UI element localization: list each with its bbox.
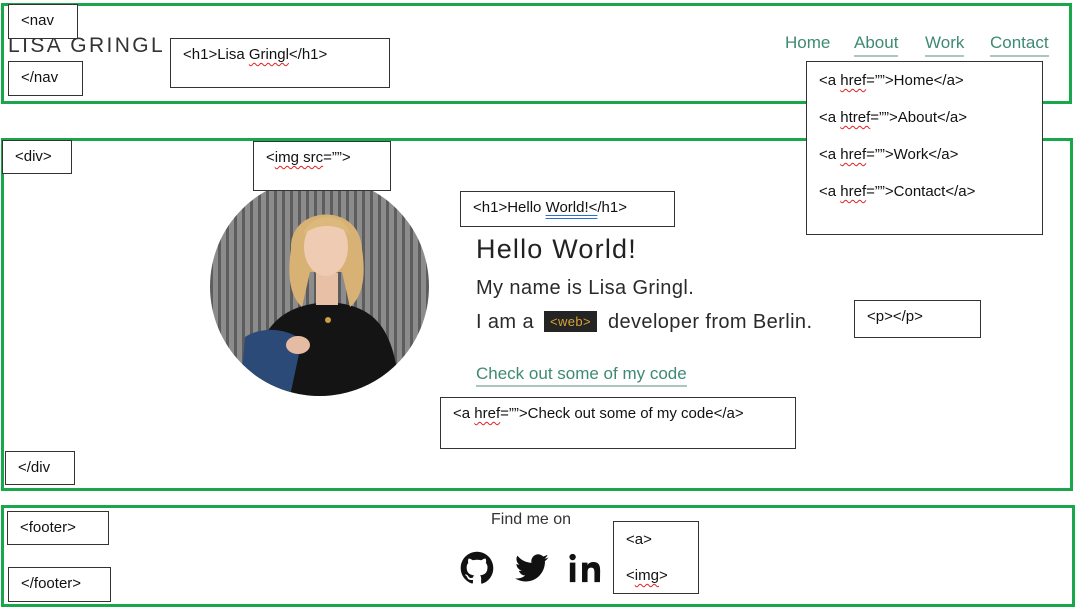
annotation-line-contact: <a href=””>Contact</a> (819, 183, 975, 200)
annotation-text: </div (18, 459, 51, 476)
annotation-text: > (658, 567, 668, 584)
github-icon[interactable] (460, 551, 494, 585)
footer-open-annotation: <footer> (7, 511, 109, 545)
annotation-text: </h1> (288, 46, 328, 63)
img-src-annotation: <img src=””> (253, 141, 391, 191)
hero-heading: Hello World! (476, 234, 637, 264)
annotation-text: htref (840, 109, 871, 126)
annotation-text: =””>About</a> (870, 109, 968, 126)
nav-open-annotation: <nav (8, 4, 78, 39)
annotation-text: <h1>Lisa (183, 46, 249, 63)
annotation-text: /h1> (597, 199, 628, 216)
annotation-text: img src (274, 149, 324, 166)
a-img-annotation: <a> <img> (613, 521, 699, 594)
a-code-annotation: <a href=””>Check out some of my code</a> (440, 397, 796, 449)
h1-logo-annotation: <h1>Lisa Gringl</h1> (170, 38, 390, 88)
annotation-text: < (266, 149, 275, 166)
nav-link-contact[interactable]: Contact (990, 33, 1049, 57)
web-code-badge: <web> (543, 311, 597, 332)
annotation-text: href (840, 72, 867, 89)
annotation-text: <a (819, 146, 841, 163)
linkedin-icon[interactable] (568, 551, 602, 585)
annotation-text: href (840, 183, 867, 200)
div-close-annotation: </div (5, 451, 75, 485)
annotation-text: <div> (15, 148, 52, 165)
annotation-text: Gringl (248, 46, 289, 63)
annotation-text: =””>Home</a> (866, 72, 964, 89)
hero-intro-line1: My name is Lisa Gringl. (476, 277, 695, 299)
annotation-text: =””> (323, 149, 351, 166)
p-tag-annotation: <p></p> (854, 300, 981, 338)
annotation-text: <a (819, 109, 841, 126)
footer-close-annotation: </footer> (8, 567, 111, 602)
annotation-text: <a (819, 72, 841, 89)
annotation-text: <a (819, 183, 841, 200)
annotation-text: <a (453, 405, 475, 422)
annotation-text: World!< (545, 199, 598, 216)
annotation-line-home: <a href=””>Home</a> (819, 72, 964, 89)
annotation-text: href (840, 146, 867, 163)
annotation-line-about: <a htref=””>About</a> (819, 109, 967, 126)
annotation-text: =””>Check out some of my code</a> (500, 405, 744, 422)
annotation-text: </nav (21, 69, 59, 86)
annotation-text: img (634, 567, 659, 584)
annotation-text: </footer> (21, 575, 82, 592)
nav-close-annotation: </nav (8, 61, 83, 96)
annotation-text: <footer> (20, 519, 76, 536)
code-link[interactable]: Check out some of my code (476, 364, 687, 387)
annotation-text: < (626, 567, 635, 584)
annotation-text: <p></p> (867, 308, 923, 325)
nav-link-about[interactable]: About (854, 33, 899, 57)
intro-text-before: I am a (476, 311, 534, 333)
annotation-text: href (474, 405, 501, 422)
nav-links-annotation: <a href=””>Home</a> <a htref=””>About</a… (806, 61, 1043, 235)
find-me-label: Find me on (491, 511, 572, 528)
annotation-text: <h1>Hello (473, 199, 546, 216)
div-open-annotation: <div> (2, 140, 72, 174)
profile-photo (210, 177, 429, 396)
annotation-line-img: <img> (626, 567, 698, 584)
twitter-icon[interactable] (515, 551, 549, 585)
annotation-text: <a> (626, 531, 652, 548)
annotation-text: <nav (21, 12, 54, 29)
nav-link-home[interactable]: Home (785, 33, 830, 55)
hero-intro-line2: I am a <web> developer from Berlin. (476, 311, 812, 334)
intro-text-after: developer from Berlin. (607, 311, 813, 333)
annotation-text: =””>Contact</a> (866, 183, 976, 200)
h1-hello-annotation: <h1>Hello World!</h1> (460, 191, 675, 227)
annotation-text: =””>Work</a> (866, 146, 959, 163)
nav-link-work[interactable]: Work (925, 33, 965, 57)
annotation-line-work: <a href=””>Work</a> (819, 146, 958, 163)
